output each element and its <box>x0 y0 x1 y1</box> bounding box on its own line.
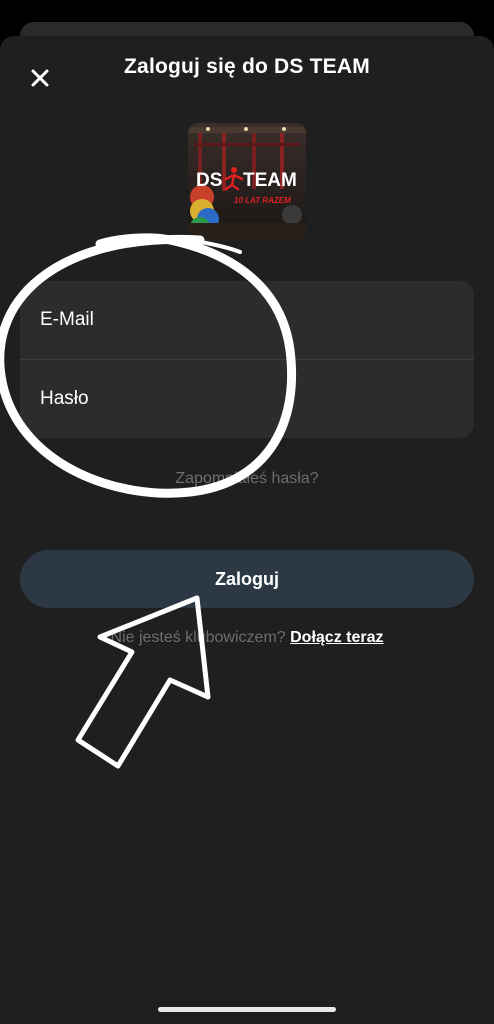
logo-tagline: 10 LAT RAZEM <box>234 196 291 205</box>
join-prompt-line: Nie jesteś klubowiczem? Dołącz teraz <box>0 629 494 647</box>
login-button[interactable]: Zaloguj <box>20 550 474 608</box>
login-screen: Zaloguj się do DS TEAM DS TEAM 10 LAT RA… <box>0 0 494 1024</box>
logo-brand-left: DS <box>196 170 222 191</box>
join-prompt: Nie jesteś klubowiczem? <box>110 629 286 646</box>
page-title: Zaloguj się do DS TEAM <box>124 55 370 78</box>
login-form: E-Mail Hasło <box>20 281 474 438</box>
password-placeholder: Hasło <box>40 388 89 409</box>
password-field[interactable]: Hasło <box>20 360 474 438</box>
email-placeholder: E-Mail <box>40 309 94 330</box>
forgot-password-link[interactable]: Zapomniałeś hasła? <box>0 470 494 488</box>
club-logo: DS TEAM 10 LAT RAZEM <box>188 123 306 241</box>
home-indicator <box>158 1007 336 1012</box>
join-now-link[interactable]: Dołącz teraz <box>290 629 383 646</box>
logo-brand-right: TEAM <box>243 170 297 191</box>
email-field[interactable]: E-Mail <box>20 281 474 359</box>
